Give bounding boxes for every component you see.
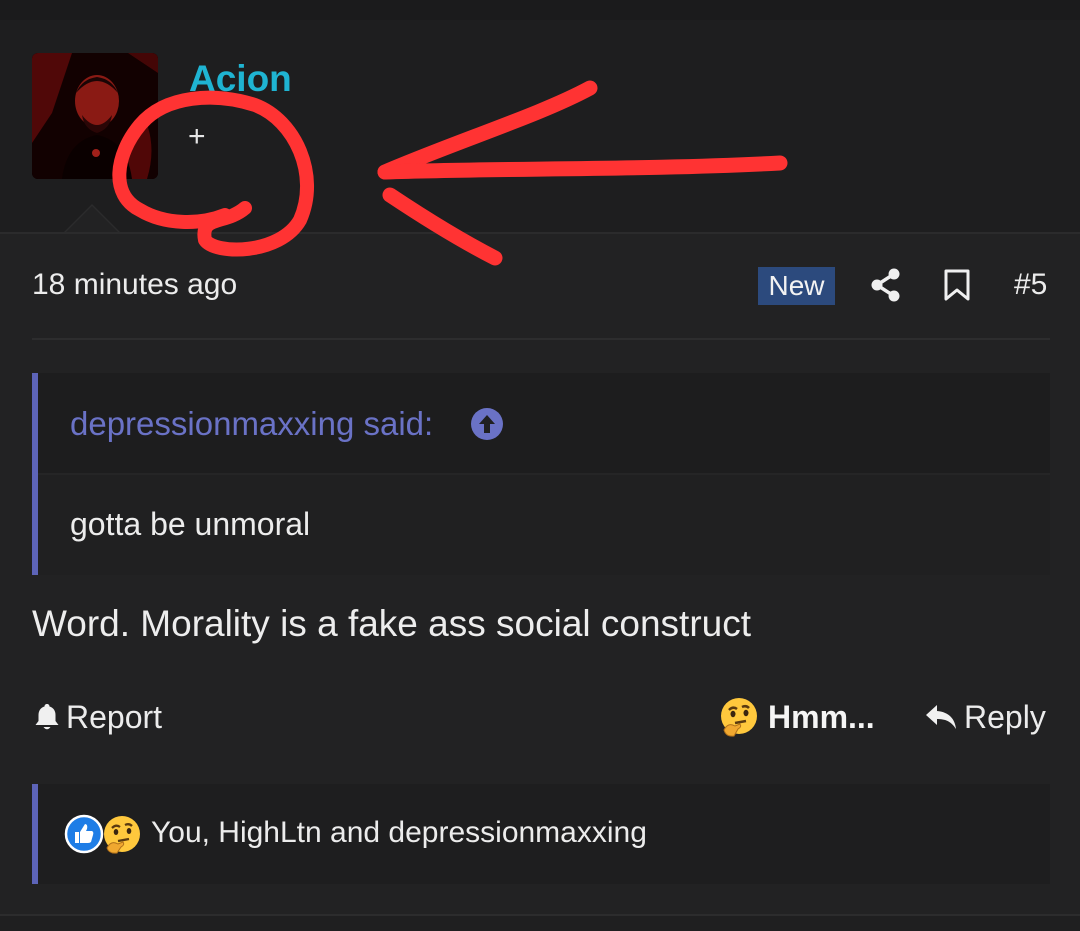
arrow-up-circle-icon[interactable] <box>470 407 504 446</box>
new-badge: New <box>758 267 835 305</box>
divider <box>32 338 1050 340</box>
bookmark-icon[interactable] <box>943 269 971 306</box>
quote-block: depressionmaxxing said: gotta be unmoral <box>32 373 1050 575</box>
thinking-emoji-icon <box>721 698 757 737</box>
like-icon <box>64 814 104 854</box>
quote-text: gotta be unmoral <box>70 506 311 542</box>
reaction-label: Hmm... <box>768 698 875 735</box>
reaction-icons <box>64 814 148 854</box>
user-title: + <box>188 120 206 153</box>
header-pointer <box>66 206 118 232</box>
quote-header: depressionmaxxing said: <box>38 373 1050 475</box>
reply-button[interactable]: Reply <box>924 697 1046 737</box>
post-actions: Report Hmm... Reply <box>32 695 1050 745</box>
reactions-summary[interactable]: You, HighLtn and depressionmaxxing <box>32 784 1050 884</box>
report-button[interactable]: Report <box>32 697 162 737</box>
reaction-button[interactable]: Hmm... <box>718 695 875 739</box>
message-body: Word. Morality is a fake ass social cons… <box>32 603 752 644</box>
quote-author[interactable]: depressionmaxxing said: <box>70 405 433 443</box>
avatar[interactable] <box>32 53 158 179</box>
top-bar <box>0 0 1080 22</box>
post-number[interactable]: #5 <box>1014 268 1047 302</box>
bell-icon <box>35 704 59 730</box>
reaction-users[interactable]: You, HighLtn and depressionmaxxing <box>151 816 647 850</box>
username-link[interactable]: Acion <box>189 58 292 100</box>
post-timestamp[interactable]: 18 minutes ago <box>32 268 237 302</box>
reply-arrow-icon <box>926 705 956 729</box>
reply-label: Reply <box>964 698 1046 735</box>
forum-post: Acion + 18 minutes ago New #5 depression… <box>0 20 1080 916</box>
user-header: Acion + <box>0 20 1080 234</box>
post-meta: 18 minutes ago New #5 <box>32 264 1050 314</box>
bottom-divider <box>0 914 1080 916</box>
report-label: Report <box>66 698 163 735</box>
share-icon[interactable] <box>870 268 902 307</box>
thinking-emoji-icon <box>104 816 140 854</box>
